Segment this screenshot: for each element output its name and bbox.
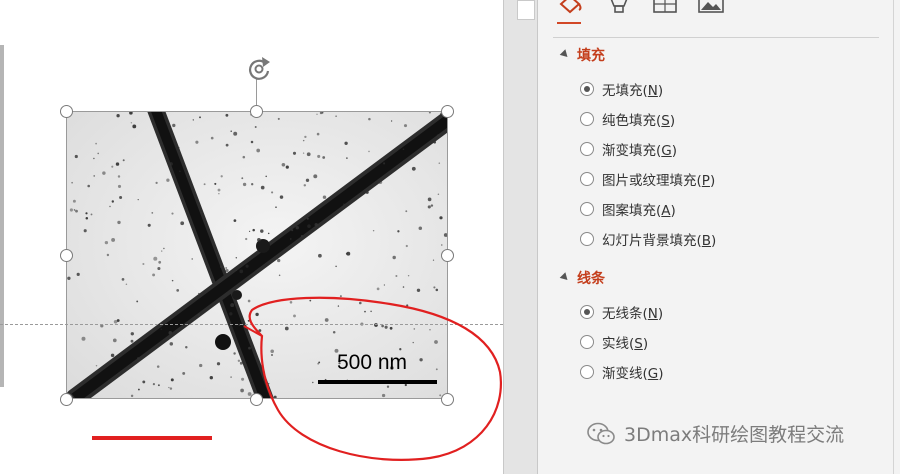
- gutter-scroll-thumb[interactable]: [517, 0, 535, 20]
- resize-handle-bottom-right[interactable]: [441, 393, 454, 406]
- option-accelerator-key: S: [634, 336, 643, 352]
- fill-option-solid[interactable]: 纯色填充(S): [580, 109, 675, 129]
- picture-icon[interactable]: [696, 0, 726, 18]
- fill-section-title: 填充: [577, 48, 605, 64]
- size-properties-icon[interactable]: [650, 0, 680, 18]
- option-text: 渐变填充(: [602, 143, 662, 159]
- smart-guide-line: [0, 324, 518, 325]
- option-text: 纯色填充(: [602, 113, 662, 129]
- watermark: 3Dmax科研绘图教程交流: [586, 420, 844, 447]
- option-accelerator-key: G: [661, 143, 672, 159]
- option-accelerator-key: S: [661, 113, 670, 129]
- resize-handle-top-right[interactable]: [441, 105, 454, 118]
- pane-gutter: [504, 0, 537, 474]
- option-text-tail: ): [671, 143, 678, 159]
- slide-canvas[interactable]: 500 nm: [0, 0, 503, 474]
- line-option-none[interactable]: 无线条(N): [580, 302, 663, 322]
- radio-button[interactable]: [580, 172, 594, 186]
- option-text: 无填充(: [602, 83, 648, 99]
- resize-handle-top-left[interactable]: [60, 105, 73, 118]
- option-text-tail: ): [642, 336, 649, 352]
- pane-gutter-border: [537, 0, 538, 474]
- option-text: 图片或纹理填充(: [602, 173, 702, 189]
- option-text-tail: ): [709, 173, 716, 189]
- scale-bar-label: 500 nm: [337, 351, 408, 374]
- watermark-text: 3Dmax科研绘图教程交流: [624, 424, 845, 446]
- option-accelerator-key: N: [647, 306, 658, 322]
- rotate-handle-icon[interactable]: [242, 54, 276, 84]
- format-picture-pane: 填充 无填充(N) 纯色填充(S) 渐变填充(G) 图片或纹理填充(P) 图案填…: [504, 0, 900, 474]
- radio-button[interactable]: [580, 202, 594, 216]
- adjacent-image-edge: [0, 45, 4, 387]
- radio-button[interactable]: [580, 232, 594, 246]
- option-text-tail: ): [658, 366, 664, 382]
- radio-button[interactable]: [580, 365, 594, 379]
- option-text-tail: ): [669, 113, 676, 129]
- radio-button[interactable]: [580, 82, 594, 96]
- fill-section-header[interactable]: 填充: [559, 45, 605, 65]
- option-accelerator-key: N: [647, 83, 658, 99]
- fill-option-slide-background[interactable]: 幻灯片背景填充(B): [580, 229, 716, 249]
- line-section-header[interactable]: 线条: [559, 268, 605, 288]
- option-accelerator-key: G: [647, 366, 659, 382]
- radio-button[interactable]: [580, 112, 594, 126]
- option-text-tail: ): [670, 203, 676, 219]
- line-option-solid[interactable]: 实线(S): [580, 332, 648, 352]
- wechat-icon: [587, 422, 615, 444]
- collapse-caret-icon: [559, 48, 571, 60]
- resize-handle-bottom-left[interactable]: [60, 393, 73, 406]
- option-text-tail: ): [657, 306, 664, 322]
- pane-scrollbar-track[interactable]: [893, 0, 894, 474]
- option-text: 渐变线(: [602, 366, 648, 382]
- radio-button[interactable]: [580, 335, 594, 349]
- fill-option-picture-texture[interactable]: 图片或纹理填充(P): [580, 169, 715, 189]
- line-section-title: 线条: [577, 271, 605, 287]
- fill-option-gradient[interactable]: 渐变填充(G): [580, 139, 677, 159]
- effects-icon[interactable]: [604, 0, 634, 18]
- resize-handle-top[interactable]: [250, 105, 263, 118]
- option-text: 图案填充(: [602, 203, 662, 219]
- red-underline-annotation: [92, 436, 212, 440]
- option-text: 无线条(: [602, 306, 648, 322]
- resize-handle-left[interactable]: [60, 249, 73, 262]
- option-text: 实线(: [602, 336, 635, 352]
- resize-handle-right[interactable]: [441, 249, 454, 262]
- fill-option-pattern[interactable]: 图案填充(A): [580, 199, 676, 219]
- option-accelerator-key: B: [701, 233, 712, 249]
- tab-separator: [553, 37, 879, 38]
- radio-button[interactable]: [580, 305, 594, 319]
- option-text-tail: ): [657, 83, 664, 99]
- scale-bar: [318, 380, 437, 384]
- option-accelerator-key: A: [661, 203, 671, 219]
- option-accelerator-key: P: [701, 173, 710, 189]
- active-tab-indicator: [557, 22, 581, 24]
- collapse-caret-icon: [559, 271, 571, 283]
- option-text: 幻灯片背景填充(: [602, 233, 702, 249]
- radio-button[interactable]: [580, 142, 594, 156]
- fill-line-icon[interactable]: [556, 0, 586, 18]
- fill-option-none[interactable]: 无填充(N): [580, 79, 663, 99]
- resize-handle-bottom[interactable]: [250, 393, 263, 406]
- line-option-gradient[interactable]: 渐变线(G): [580, 362, 664, 382]
- option-text-tail: ): [711, 233, 717, 249]
